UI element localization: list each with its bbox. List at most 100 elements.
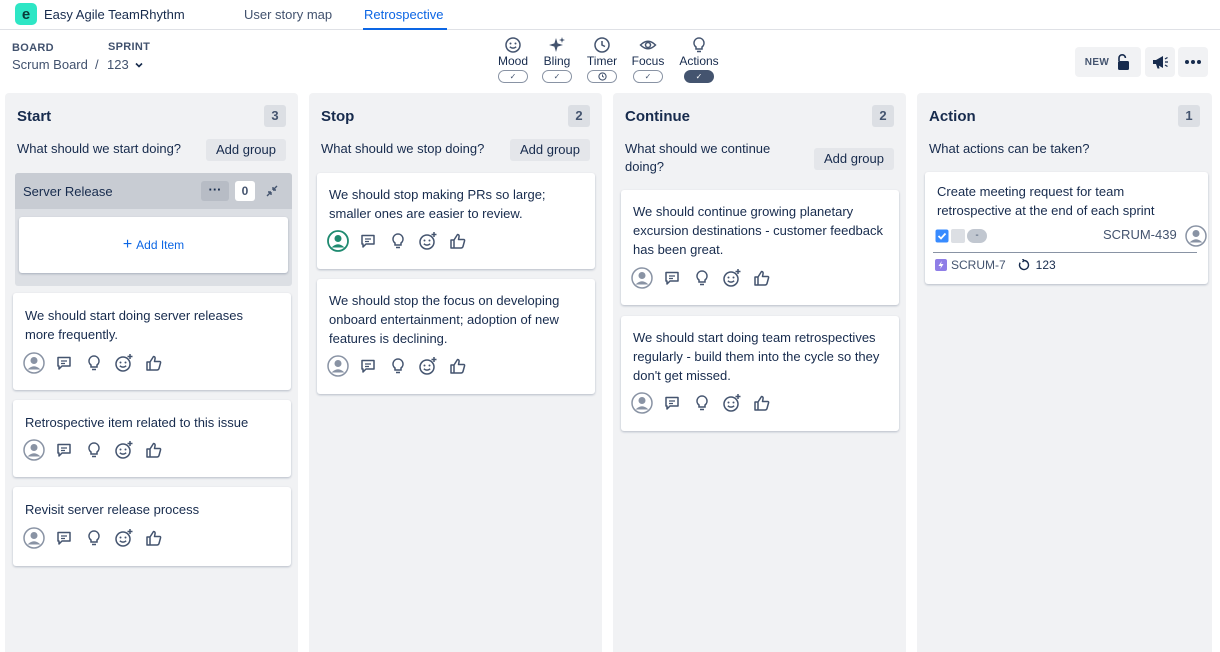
add-reaction-icon[interactable] (417, 230, 439, 252)
column-start: Start 3 What should we start doing? Add … (5, 93, 298, 652)
avatar-icon[interactable] (327, 230, 349, 252)
add-reaction-icon[interactable] (113, 527, 135, 549)
parent-issue-link[interactable]: SCRUM-7 123 (935, 258, 1056, 272)
thumbs-up-icon[interactable] (143, 439, 165, 461)
add-group-button[interactable]: Add group (206, 139, 286, 161)
column-prompt: What should we start doing? (17, 141, 182, 156)
column-count: 2 (872, 105, 894, 127)
smiley-icon (505, 37, 521, 53)
card-text: Retrospective item related to this issue (25, 415, 249, 430)
retro-card[interactable]: We should stop the focus on developing o… (317, 279, 595, 394)
lightbulb-icon[interactable] (387, 355, 409, 377)
column-title: Action (929, 108, 976, 125)
announcement-button[interactable] (1145, 47, 1175, 77)
tool-focus[interactable]: Focus ✓ (626, 36, 670, 83)
thumbs-up-icon[interactable] (447, 230, 469, 252)
tool-mood-label: Mood (497, 54, 529, 68)
sprint-icon (1018, 259, 1029, 271)
lightbulb-icon[interactable] (387, 230, 409, 252)
add-group-button[interactable]: Add group (510, 139, 590, 161)
issue-key[interactable]: SCRUM-439 (1103, 227, 1177, 242)
lightbulb-icon (693, 37, 705, 53)
tool-actions-toggle[interactable]: ✓ (684, 70, 714, 83)
column-stop: Stop 2 What should we stop doing? Add gr… (309, 93, 602, 652)
retro-card[interactable]: We should stop making PRs so large; smal… (317, 173, 595, 269)
avatar-icon[interactable] (23, 352, 45, 374)
avatar-icon[interactable] (327, 355, 349, 377)
sprint-select[interactable]: 123 (107, 57, 145, 72)
thumbs-up-icon[interactable] (143, 352, 165, 374)
group-menu-button[interactable]: ··· (201, 181, 229, 201)
card-actions (23, 352, 173, 374)
tool-timer-toggle[interactable] (587, 70, 617, 83)
plus-icon: + (122, 236, 133, 253)
comment-icon[interactable] (53, 527, 75, 549)
more-options-button[interactable] (1178, 47, 1208, 77)
tool-focus-toggle[interactable]: ✓ (633, 70, 663, 83)
tool-actions[interactable]: Actions ✓ (677, 36, 721, 83)
card-actions (23, 439, 173, 461)
retro-card[interactable]: Retrospective item related to this issue (13, 400, 291, 477)
column-continue: Continue 2 What should we continue doing… (613, 93, 906, 652)
new-lock-button[interactable]: NEW (1075, 47, 1141, 77)
add-reaction-icon[interactable] (417, 355, 439, 377)
checkbox-checked-icon[interactable] (935, 229, 949, 243)
avatar-icon[interactable] (1185, 225, 1207, 247)
lightbulb-icon[interactable] (83, 439, 105, 461)
retro-card[interactable]: We should start doing team retrospective… (621, 316, 899, 431)
thumbs-up-icon[interactable] (143, 527, 165, 549)
breadcrumb-separator: / (95, 57, 99, 72)
add-reaction-icon[interactable] (113, 352, 135, 374)
card-actions (23, 527, 173, 549)
add-reaction-icon[interactable] (721, 392, 743, 414)
avatar-icon[interactable] (631, 267, 653, 289)
comment-icon[interactable] (53, 439, 75, 461)
avatar-icon[interactable] (631, 392, 653, 414)
clock-small-icon (597, 72, 607, 81)
group-count: 0 (235, 181, 255, 201)
status-pill[interactable]: - (967, 229, 987, 243)
tool-bling-toggle[interactable]: ✓ (542, 70, 572, 83)
retro-card[interactable]: We should continue growing planetary exc… (621, 190, 899, 305)
tool-timer[interactable]: Timer (580, 36, 624, 83)
avatar-icon[interactable] (23, 439, 45, 461)
group-header[interactable]: Server Release ··· 0 (15, 173, 292, 209)
comment-icon[interactable] (661, 267, 683, 289)
card-actions (327, 355, 477, 377)
add-group-button[interactable]: Add group (814, 148, 894, 170)
more-icon (1185, 60, 1201, 64)
lightbulb-icon[interactable] (83, 527, 105, 549)
lightbulb-icon[interactable] (691, 267, 713, 289)
tab-user-story-map[interactable]: User story map (244, 7, 332, 22)
comment-icon[interactable] (661, 392, 683, 414)
sprint-value: 123 (107, 57, 129, 72)
thumbs-up-icon[interactable] (751, 267, 773, 289)
tool-mood[interactable]: Mood ✓ (491, 36, 535, 83)
lightbulb-icon[interactable] (691, 392, 713, 414)
action-card[interactable]: Create meeting request for team retrospe… (925, 172, 1208, 284)
tab-retrospective[interactable]: Retrospective (364, 7, 443, 22)
tool-mood-toggle[interactable]: ✓ (498, 70, 528, 83)
avatar-icon[interactable] (23, 527, 45, 549)
priority-placeholder[interactable] (951, 229, 965, 243)
comment-icon[interactable] (357, 355, 379, 377)
lightbulb-icon[interactable] (83, 352, 105, 374)
column-title: Stop (321, 108, 355, 125)
app-logo[interactable]: e (15, 3, 37, 25)
thumbs-up-icon[interactable] (447, 355, 469, 377)
retro-card[interactable]: Revisit server release process (13, 487, 291, 566)
retro-card[interactable]: We should start doing server releases mo… (13, 293, 291, 390)
thumbs-up-icon[interactable] (751, 392, 773, 414)
divider (933, 252, 1197, 253)
column-title: Continue (625, 108, 690, 125)
collapse-icon[interactable] (263, 182, 281, 200)
comment-icon[interactable] (357, 230, 379, 252)
active-tab-indicator (363, 28, 447, 30)
add-item-button[interactable]: + Add Item (19, 217, 288, 273)
add-reaction-icon[interactable] (721, 267, 743, 289)
comment-icon[interactable] (53, 352, 75, 374)
board-name[interactable]: Scrum Board (12, 57, 88, 72)
add-reaction-icon[interactable] (113, 439, 135, 461)
tool-bling[interactable]: Bling ✓ (535, 36, 579, 83)
card-actions (631, 267, 781, 289)
